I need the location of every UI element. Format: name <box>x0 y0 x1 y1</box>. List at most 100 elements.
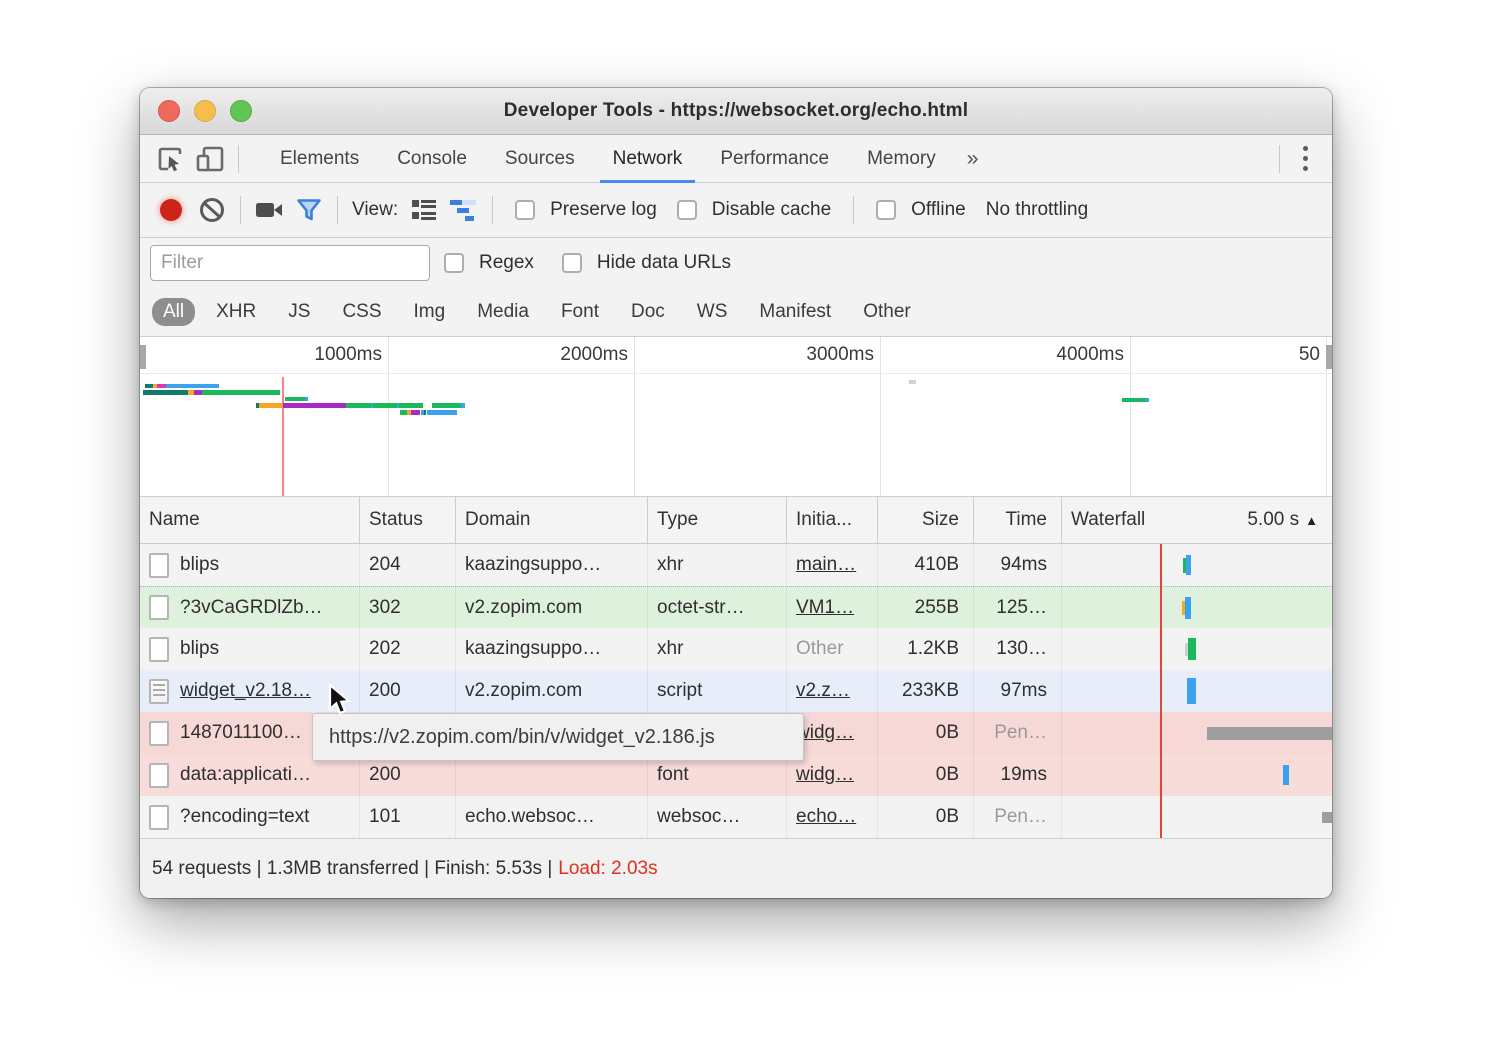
url-tooltip: https://v2.zopim.com/bin/v/widget_v2.186… <box>312 713 804 761</box>
filter-type-manifest[interactable]: Manifest <box>748 298 842 326</box>
overview-load-event-line <box>282 377 284 496</box>
request-time: 19ms <box>974 754 1062 796</box>
overview-request-bar <box>285 397 305 401</box>
waterfall-bar <box>1188 638 1196 660</box>
tab-memory[interactable]: Memory <box>848 135 955 182</box>
filter-type-font[interactable]: Font <box>550 298 610 326</box>
column-header-time[interactable]: Time <box>974 497 1062 543</box>
more-tabs-button[interactable]: » <box>955 135 991 182</box>
waterfall-scale: 5.00 s▲ <box>1247 509 1318 531</box>
request-type: octet-str… <box>648 587 787 628</box>
hide-data-urls-label[interactable]: Hide data URLs <box>597 252 731 274</box>
column-header-status[interactable]: Status <box>360 497 456 543</box>
waterfall-scale-value: 5.00 s <box>1247 509 1299 530</box>
record-network-log-button[interactable] <box>160 199 182 221</box>
load-time-text: Load: 2.03s <box>558 858 657 880</box>
filter-type-xhr[interactable]: XHR <box>205 298 267 326</box>
filter-type-css[interactable]: CSS <box>331 298 392 326</box>
column-header-domain[interactable]: Domain <box>456 497 648 543</box>
request-name-link[interactable]: widget_v2.18… <box>180 680 311 702</box>
column-header-type[interactable]: Type <box>648 497 787 543</box>
throttling-select[interactable]: No throttling <box>986 199 1088 221</box>
request-waterfall-cell <box>1062 587 1332 628</box>
minimize-window-button[interactable] <box>194 100 216 122</box>
table-row[interactable]: ?encoding=text 101 echo.websoc… websoc… … <box>140 796 1332 838</box>
request-size: 0B <box>878 712 974 754</box>
filter-type-other[interactable]: Other <box>852 298 922 326</box>
waterfall-bar <box>1186 555 1191 575</box>
show-overview-button[interactable] <box>444 190 484 230</box>
tab-elements[interactable]: Elements <box>261 135 378 182</box>
filter-type-media[interactable]: Media <box>466 298 540 326</box>
use-large-rows-button[interactable] <box>404 190 444 230</box>
waterfall-overview-icon <box>448 197 480 223</box>
hide-data-urls-checkbox[interactable] <box>562 253 582 273</box>
overview-left-grip[interactable] <box>140 345 146 369</box>
tab-performance[interactable]: Performance <box>701 135 848 182</box>
capture-screenshots-button[interactable] <box>249 190 289 230</box>
table-row[interactable]: ?3vCaGRDlZb… 302 v2.zopim.com octet-str…… <box>140 586 1332 628</box>
waterfall-bar <box>1283 765 1289 785</box>
disable-cache-label[interactable]: Disable cache <box>712 199 831 221</box>
overview-request-bar <box>346 403 371 408</box>
overview-request-bar <box>411 410 420 415</box>
preserve-log-label[interactable]: Preserve log <box>550 199 657 221</box>
panel-tabs: Elements Console Sources Network Perform… <box>261 135 1271 182</box>
table-row[interactable]: widget_v2.18… 200 v2.zopim.com script v2… <box>140 670 1332 712</box>
filter-toggle-button[interactable] <box>289 190 329 230</box>
column-header-initiator[interactable]: Initia... <box>787 497 878 543</box>
request-initiator-link[interactable]: VM1… <box>796 597 854 619</box>
offline-checkbox[interactable] <box>876 200 896 220</box>
mouse-cursor-icon <box>326 683 356 722</box>
filter-type-doc[interactable]: Doc <box>620 298 676 326</box>
inspect-element-button[interactable] <box>150 139 190 179</box>
traffic-lights <box>158 88 252 134</box>
offline-label[interactable]: Offline <box>911 199 966 221</box>
filter-type-js[interactable]: JS <box>277 298 321 326</box>
filter-type-img[interactable]: Img <box>403 298 457 326</box>
disable-cache-checkbox[interactable] <box>677 200 697 220</box>
request-size: 0B <box>878 796 974 838</box>
overview-time-label: 4000ms <box>1056 344 1124 366</box>
tab-network[interactable]: Network <box>594 135 702 182</box>
clear-network-log-button[interactable] <box>192 190 232 230</box>
column-header-waterfall[interactable]: Waterfall 5.00 s▲ <box>1062 497 1332 543</box>
request-initiator-link[interactable]: widg… <box>796 764 854 786</box>
close-window-button[interactable] <box>158 100 180 122</box>
filter-type-all[interactable]: All <box>152 298 195 326</box>
table-row[interactable]: blips 204 kaazingsuppo… xhr main… 410B 9… <box>140 544 1332 586</box>
request-status: 202 <box>360 628 456 670</box>
network-toolbar: View: Preserve log Disable cache Offline… <box>140 183 1332 238</box>
request-name[interactable]: ?encoding=text <box>180 806 309 828</box>
network-overview-strip[interactable]: 1000ms2000ms3000ms4000ms50 <box>140 337 1332 497</box>
regex-label[interactable]: Regex <box>479 252 534 274</box>
request-name[interactable]: data:applicati… <box>180 764 311 786</box>
request-name[interactable]: ?3vCaGRDlZb… <box>180 597 323 619</box>
request-name[interactable]: blips <box>180 638 219 660</box>
table-row[interactable]: blips 202 kaazingsuppo… xhr Other 1.2KB … <box>140 628 1332 670</box>
preserve-log-checkbox[interactable] <box>515 200 535 220</box>
tab-console[interactable]: Console <box>378 135 486 182</box>
overview-request-bar <box>157 384 166 388</box>
toggle-device-toolbar-button[interactable] <box>190 139 230 179</box>
column-header-name[interactable]: Name <box>140 497 360 543</box>
request-initiator-link[interactable]: v2.z… <box>796 680 850 702</box>
column-header-size[interactable]: Size <box>878 497 974 543</box>
filter-input[interactable] <box>150 245 430 281</box>
request-time: Pen… <box>974 712 1062 754</box>
overview-request-bar <box>1122 398 1146 402</box>
filter-type-ws[interactable]: WS <box>686 298 739 326</box>
document-icon <box>149 805 169 830</box>
funnel-icon <box>295 196 323 224</box>
request-name[interactable]: 1487011100… <box>180 722 302 744</box>
request-initiator-link[interactable]: echo… <box>796 806 856 828</box>
zoom-window-button[interactable] <box>230 100 252 122</box>
request-name[interactable]: blips <box>180 554 219 576</box>
regex-checkbox[interactable] <box>444 253 464 273</box>
request-initiator-link[interactable]: main… <box>796 554 856 576</box>
tab-sources[interactable]: Sources <box>486 135 594 182</box>
overview-right-grip[interactable] <box>1326 345 1332 369</box>
request-domain: echo.websoc… <box>456 796 648 838</box>
devtools-menu-button[interactable] <box>1288 146 1322 171</box>
request-initiator-link[interactable]: widg… <box>796 722 854 744</box>
